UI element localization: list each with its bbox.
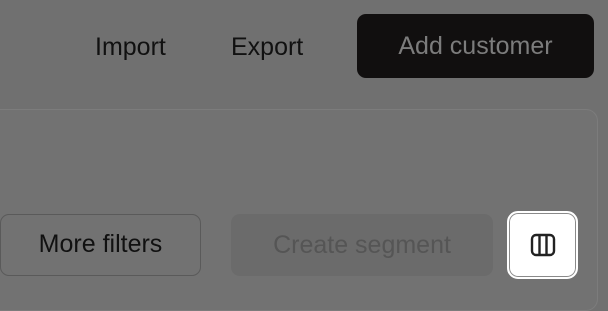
manage-columns-button[interactable] bbox=[507, 211, 578, 279]
columns-icon bbox=[530, 233, 555, 257]
create-segment-button[interactable]: Create segment bbox=[231, 214, 493, 276]
import-button[interactable]: Import bbox=[95, 22, 166, 72]
add-customer-button[interactable]: Add customer bbox=[357, 14, 594, 78]
more-filters-button[interactable]: More filters bbox=[0, 214, 201, 276]
customers-card bbox=[0, 109, 598, 311]
page-actions: Import Export Add customer bbox=[0, 0, 608, 100]
export-button[interactable]: Export bbox=[231, 22, 303, 72]
